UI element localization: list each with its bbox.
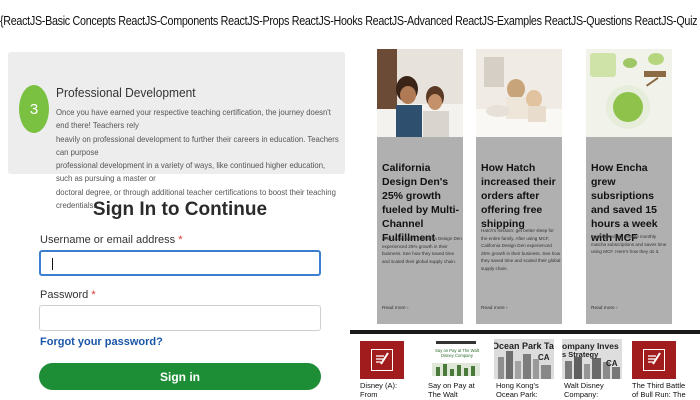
pencil-paper-icon [643,349,665,371]
thumbnail-caption[interactable]: Walt Disney Company: [564,381,626,399]
related-thumbnail[interactable]: ompany Inves s Strategy CA [562,339,622,379]
thumbnail-title-2: s Strategy [562,350,599,359]
caption-line: Company: [564,389,599,399]
caption-line: The Walt [428,389,458,399]
password-label-text: Password [40,289,89,301]
card-body: After using MCF, California Design Den e… [382,236,462,264]
forgot-password-link[interactable]: Forgot your password? [40,336,163,348]
caption-line: Ocean Park: [496,389,538,399]
thumbnail-subtitle: CA [538,353,550,362]
caption-line: of Bull Run: The [632,389,686,399]
card-body-line: heavily on professional development to f… [56,133,339,157]
card-photo [476,49,562,137]
case-study-card[interactable]: California Design Den's 25% growth fuele… [377,49,463,324]
ticker-text[interactable]: {ReactJS-Basic Concepts ReactJS-Componen… [0,14,700,28]
strip-divider [350,330,700,334]
card-body-line: Once you have earned your respective tea… [56,107,331,131]
username-label-text: Username or email address [40,234,176,246]
step-number-badge: 3 [19,85,49,133]
read-more-link[interactable]: Read more › [382,306,409,311]
thumbnail-title: Ocean Park Tal [494,341,554,351]
case-study-card[interactable]: How Hatch increased their orders after o… [476,49,562,324]
topic-ticker: {ReactJS-Basic Concepts ReactJS-Componen… [0,0,700,44]
required-mark: * [178,234,183,246]
thumbnail-caption[interactable]: Disney (A): From [360,381,422,399]
card-body: Encha provides reliable monthly matcha s… [591,234,667,255]
caption-line: From [360,389,378,399]
thumbnail-caption[interactable]: The Third Battle of Bull Run: The [632,381,694,399]
read-more-link[interactable]: Read more › [481,306,508,311]
card-body-line: professional development in a variety of… [56,160,326,184]
thumbnail-caption[interactable]: Say on Pay at The Walt [428,381,490,399]
related-thumbnail[interactable]: Say on Pay at The Walt Disney Company [426,339,486,379]
password-input[interactable] [39,305,321,331]
related-thumbnail[interactable]: Ocean Park Tal CA [494,339,554,379]
left-panel: 3 Professional Development Once you have… [0,44,350,400]
signin-button[interactable]: Sign in [39,363,321,390]
password-label: Password * [40,289,96,301]
required-mark: * [91,289,96,301]
card-title: Professional Development [56,85,196,100]
text-caret [52,258,53,270]
pencil-paper-icon [371,349,393,371]
card-title: California Design Den's 25% growth fuele… [382,162,459,244]
card-body: Once you have earned your respective tea… [56,106,342,212]
related-thumbnail[interactable] [358,339,418,379]
related-items-strip: Disney (A): From Say on Pay at The Walt … [350,330,700,400]
book-cover [632,341,676,379]
card-body: Hatch's mission: get better sleep for th… [481,228,561,271]
case-study-panel: California Design Den's 25% growth fuele… [350,44,700,330]
card-photo [586,49,672,137]
signin-heading: Sign In to Continue [92,199,268,220]
professional-development-card: 3 Professional Development Once you have… [8,52,345,210]
related-thumbnail[interactable] [630,339,690,379]
card-photo [377,49,463,137]
username-label: Username or email address * [40,234,182,246]
username-input[interactable] [39,250,321,276]
read-more-link[interactable]: Read more › [591,306,618,311]
thumbnail-subtitle: CA [606,359,618,368]
card-title: How Hatch increased their orders after o… [481,162,556,230]
book-cover [360,341,404,379]
case-study-card[interactable]: How Encha grew subsriptions and saved 15… [586,49,672,324]
thumbnail-caption[interactable]: Hong Kong's Ocean Park: [496,381,558,399]
